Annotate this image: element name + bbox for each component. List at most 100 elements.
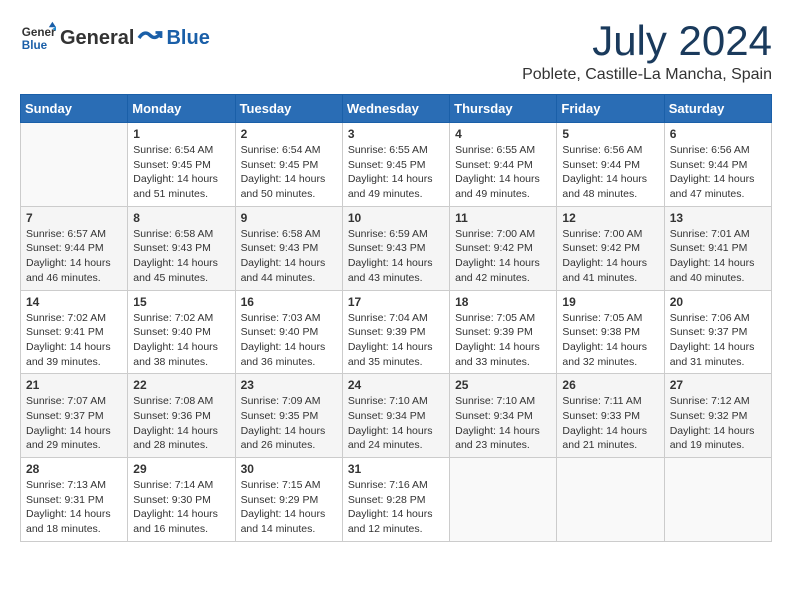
day-number: 14 bbox=[26, 295, 122, 309]
calendar-cell: 23Sunrise: 7:09 AM Sunset: 9:35 PM Dayli… bbox=[235, 374, 342, 458]
weekday-header-wednesday: Wednesday bbox=[342, 95, 449, 123]
calendar-cell: 8 Sunrise: 6:58 AM Sunset: 9:43 PM Daylig… bbox=[128, 206, 235, 290]
calendar-cell: 9 Sunrise: 6:58 AM Sunset: 9:43 PM Daylig… bbox=[235, 206, 342, 290]
weekday-header-tuesday: Tuesday bbox=[235, 95, 342, 123]
day-number: 19 bbox=[562, 295, 658, 309]
day-info: Sunrise: 7:05 AM Sunset: 9:38 PM Dayligh… bbox=[562, 311, 658, 370]
day-number: 9 bbox=[241, 211, 337, 225]
day-info: Sunrise: 7:13 AM Sunset: 9:31 PM Dayligh… bbox=[26, 478, 122, 537]
calendar-cell: 11 Sunrise: 7:00 AM Sunset: 9:42 PM Dayli… bbox=[450, 206, 557, 290]
day-number: 26 bbox=[562, 378, 658, 392]
day-info: Sunrise: 6:54 AM Sunset: 9:45 PM Dayligh… bbox=[241, 143, 337, 202]
day-info: Sunrise: 6:54 AM Sunset: 9:45 PM Dayligh… bbox=[133, 143, 229, 202]
day-info: Sunrise: 6:58 AM Sunset: 9:43 PM Dayligh… bbox=[133, 227, 229, 286]
day-info: Sunrise: 7:10 AM Sunset: 9:34 PM Dayligh… bbox=[348, 394, 444, 453]
day-number: 27 bbox=[670, 378, 766, 392]
calendar-cell: 21 Sunrise: 7:07 AM Sunset: 9:37 PM Dayli… bbox=[21, 374, 128, 458]
day-info: Sunrise: 7:00 AM Sunset: 9:42 PM Dayligh… bbox=[455, 227, 551, 286]
calendar-cell: 24 Sunrise: 7:10 AM Sunset: 9:34 PM Dayli… bbox=[342, 374, 449, 458]
calendar-week-row: 28 Sunrise: 7:13 AM Sunset: 9:31 PM Dayli… bbox=[21, 458, 772, 542]
day-number: 25 bbox=[455, 378, 551, 392]
day-number: 21 bbox=[26, 378, 122, 392]
day-number: 12 bbox=[562, 211, 658, 225]
day-number: 5 bbox=[562, 127, 658, 141]
calendar-cell bbox=[557, 458, 664, 542]
day-info: Sunrise: 7:00 AM Sunset: 9:42 PM Dayligh… bbox=[562, 227, 658, 286]
logo-icon: General Blue bbox=[20, 20, 56, 56]
day-number: 29 bbox=[133, 462, 229, 476]
calendar-cell: 16Sunrise: 7:03 AM Sunset: 9:40 PM Dayli… bbox=[235, 290, 342, 374]
calendar-cell: 19 Sunrise: 7:05 AM Sunset: 9:38 PM Dayli… bbox=[557, 290, 664, 374]
calendar-cell: 20 Sunrise: 7:06 AM Sunset: 9:37 PM Dayli… bbox=[664, 290, 771, 374]
calendar-cell: 30Sunrise: 7:15 AM Sunset: 9:29 PM Dayli… bbox=[235, 458, 342, 542]
day-info: Sunrise: 6:57 AM Sunset: 9:44 PM Dayligh… bbox=[26, 227, 122, 286]
calendar-cell: 25 Sunrise: 7:10 AM Sunset: 9:34 PM Dayli… bbox=[450, 374, 557, 458]
day-info: Sunrise: 7:12 AM Sunset: 9:32 PM Dayligh… bbox=[670, 394, 766, 453]
calendar-cell: 12 Sunrise: 7:00 AM Sunset: 9:42 PM Dayli… bbox=[557, 206, 664, 290]
day-info: Sunrise: 7:06 AM Sunset: 9:37 PM Dayligh… bbox=[670, 311, 766, 370]
calendar-week-row: 1 Sunrise: 6:54 AM Sunset: 9:45 PM Daylig… bbox=[21, 123, 772, 207]
day-info: Sunrise: 7:08 AM Sunset: 9:36 PM Dayligh… bbox=[133, 394, 229, 453]
calendar-table: SundayMondayTuesdayWednesdayThursdayFrid… bbox=[20, 94, 772, 542]
day-number: 20 bbox=[670, 295, 766, 309]
calendar-cell: 31 Sunrise: 7:16 AM Sunset: 9:28 PM Dayli… bbox=[342, 458, 449, 542]
calendar-cell: 3Sunrise: 6:55 AM Sunset: 9:45 PM Daylig… bbox=[342, 123, 449, 207]
weekday-header-saturday: Saturday bbox=[664, 95, 771, 123]
title-area: July 2024 Poblete, Castille-La Mancha, S… bbox=[522, 20, 772, 84]
svg-text:Blue: Blue bbox=[22, 39, 48, 52]
day-info: Sunrise: 7:04 AM Sunset: 9:39 PM Dayligh… bbox=[348, 311, 444, 370]
calendar-cell bbox=[21, 123, 128, 207]
day-number: 1 bbox=[133, 127, 229, 141]
day-info: Sunrise: 7:02 AM Sunset: 9:40 PM Dayligh… bbox=[133, 311, 229, 370]
day-info: Sunrise: 7:14 AM Sunset: 9:30 PM Dayligh… bbox=[133, 478, 229, 537]
weekday-header-sunday: Sunday bbox=[21, 95, 128, 123]
day-number: 15 bbox=[133, 295, 229, 309]
calendar-cell: 28 Sunrise: 7:13 AM Sunset: 9:31 PM Dayli… bbox=[21, 458, 128, 542]
header: General Blue General Blue July 2024 Pobl… bbox=[20, 20, 772, 84]
logo-blue: Blue bbox=[166, 27, 209, 50]
calendar-cell: 1 Sunrise: 6:54 AM Sunset: 9:45 PM Daylig… bbox=[128, 123, 235, 207]
day-info: Sunrise: 7:09 AM Sunset: 9:35 PM Dayligh… bbox=[241, 394, 337, 453]
day-number: 4 bbox=[455, 127, 551, 141]
calendar-cell bbox=[664, 458, 771, 542]
day-info: Sunrise: 7:07 AM Sunset: 9:37 PM Dayligh… bbox=[26, 394, 122, 453]
calendar-cell: 22Sunrise: 7:08 AM Sunset: 9:36 PM Dayli… bbox=[128, 374, 235, 458]
calendar-cell: 14Sunrise: 7:02 AM Sunset: 9:41 PM Dayli… bbox=[21, 290, 128, 374]
calendar-cell: 15 Sunrise: 7:02 AM Sunset: 9:40 PM Dayli… bbox=[128, 290, 235, 374]
day-number: 2 bbox=[241, 127, 337, 141]
day-info: Sunrise: 6:56 AM Sunset: 9:44 PM Dayligh… bbox=[670, 143, 766, 202]
calendar-cell: 18Sunrise: 7:05 AM Sunset: 9:39 PM Dayli… bbox=[450, 290, 557, 374]
weekday-header-friday: Friday bbox=[557, 95, 664, 123]
logo-general: General bbox=[60, 27, 134, 50]
day-number: 28 bbox=[26, 462, 122, 476]
calendar-cell: 10 Sunrise: 6:59 AM Sunset: 9:43 PM Dayli… bbox=[342, 206, 449, 290]
day-info: Sunrise: 7:03 AM Sunset: 9:40 PM Dayligh… bbox=[241, 311, 337, 370]
day-number: 7 bbox=[26, 211, 122, 225]
calendar-cell: 2 Sunrise: 6:54 AM Sunset: 9:45 PM Daylig… bbox=[235, 123, 342, 207]
day-info: Sunrise: 7:10 AM Sunset: 9:34 PM Dayligh… bbox=[455, 394, 551, 453]
day-info: Sunrise: 7:01 AM Sunset: 9:41 PM Dayligh… bbox=[670, 227, 766, 286]
day-info: Sunrise: 6:56 AM Sunset: 9:44 PM Dayligh… bbox=[562, 143, 658, 202]
day-info: Sunrise: 6:58 AM Sunset: 9:43 PM Dayligh… bbox=[241, 227, 337, 286]
day-number: 31 bbox=[348, 462, 444, 476]
day-info: Sunrise: 7:11 AM Sunset: 9:33 PM Dayligh… bbox=[562, 394, 658, 453]
day-number: 24 bbox=[348, 378, 444, 392]
day-info: Sunrise: 7:16 AM Sunset: 9:28 PM Dayligh… bbox=[348, 478, 444, 537]
day-number: 6 bbox=[670, 127, 766, 141]
day-number: 11 bbox=[455, 211, 551, 225]
calendar-cell: 26 Sunrise: 7:11 AM Sunset: 9:33 PM Dayli… bbox=[557, 374, 664, 458]
calendar-cell: 29 Sunrise: 7:14 AM Sunset: 9:30 PM Dayli… bbox=[128, 458, 235, 542]
month-title: July 2024 bbox=[522, 20, 772, 62]
day-info: Sunrise: 7:15 AM Sunset: 9:29 PM Dayligh… bbox=[241, 478, 337, 537]
calendar-cell: 13 Sunrise: 7:01 AM Sunset: 9:41 PM Dayli… bbox=[664, 206, 771, 290]
day-info: Sunrise: 6:55 AM Sunset: 9:44 PM Dayligh… bbox=[455, 143, 551, 202]
calendar-cell: 27 Sunrise: 7:12 AM Sunset: 9:32 PM Dayli… bbox=[664, 374, 771, 458]
day-number: 3 bbox=[348, 127, 444, 141]
day-info: Sunrise: 6:59 AM Sunset: 9:43 PM Dayligh… bbox=[348, 227, 444, 286]
day-number: 8 bbox=[133, 211, 229, 225]
svg-text:General: General bbox=[22, 26, 56, 39]
calendar-cell: 5 Sunrise: 6:56 AM Sunset: 9:44 PM Daylig… bbox=[557, 123, 664, 207]
calendar-week-row: 21 Sunrise: 7:07 AM Sunset: 9:37 PM Dayli… bbox=[21, 374, 772, 458]
day-number: 13 bbox=[670, 211, 766, 225]
day-number: 10 bbox=[348, 211, 444, 225]
